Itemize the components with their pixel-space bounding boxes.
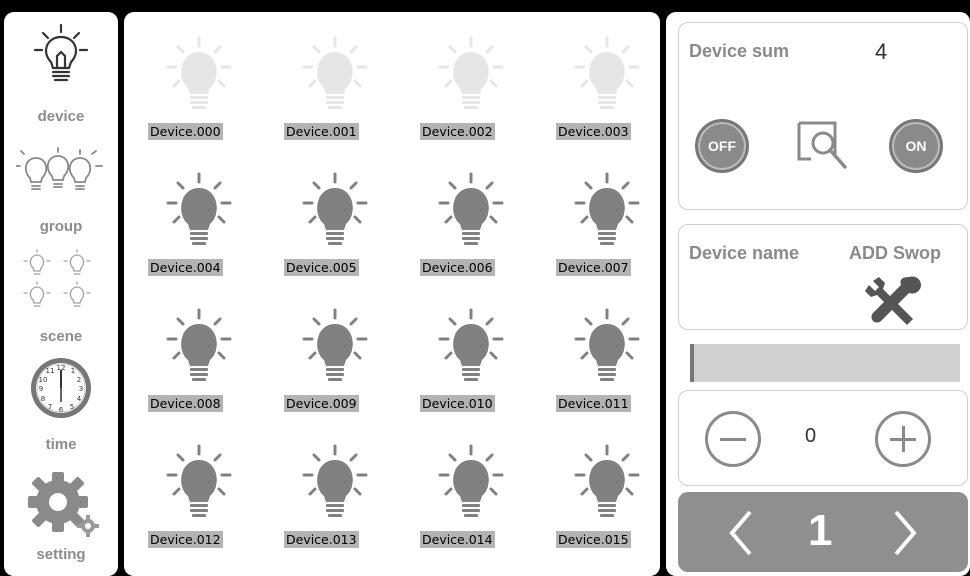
- device-tile[interactable]: Device.011: [552, 306, 670, 424]
- svg-text:5: 5: [70, 403, 74, 411]
- svg-text:10: 10: [39, 376, 48, 384]
- lightbulb-icon: [302, 308, 368, 381]
- stepper-value: 0: [805, 425, 817, 447]
- svg-text:4: 4: [77, 395, 82, 403]
- device-tile[interactable]: Device.003: [552, 34, 670, 152]
- lightbulb-icon: [166, 444, 232, 517]
- sidebar-item-time-label: time: [45, 436, 77, 453]
- off-button[interactable]: OFF: [695, 119, 749, 173]
- device-label: Device.011: [556, 395, 631, 412]
- lightbulb-icon: [574, 444, 640, 517]
- stepper-card: 0: [678, 390, 968, 486]
- lightbulb-icon: [302, 444, 368, 517]
- sidebar-item-group-label: group: [39, 218, 83, 235]
- lightbulb-icon: [574, 36, 640, 109]
- svg-text:2: 2: [77, 376, 81, 384]
- increment-button[interactable]: [875, 411, 931, 467]
- page-number: 1: [808, 506, 833, 555]
- device-label: Device.008: [148, 395, 223, 412]
- progress-bar[interactable]: [690, 344, 960, 382]
- control-panel: Device sum 4 OFF ON Device name ADD Swop…: [666, 12, 970, 576]
- lightbulb-icon: [166, 172, 232, 245]
- tools-icon[interactable]: [865, 275, 925, 327]
- device-tile[interactable]: Device.002: [416, 34, 534, 152]
- svg-text:3: 3: [79, 385, 83, 393]
- lightbulb-icon: [33, 23, 89, 82]
- device-label: Device.005: [284, 259, 359, 276]
- device-name-label: Device name: [689, 243, 800, 263]
- clock-icon: 12 12 345 678 91011: [31, 358, 91, 418]
- device-label: Device.000: [148, 123, 223, 140]
- add-swop-button[interactable]: ADD Swop: [849, 243, 941, 264]
- device-label: Device.001: [284, 123, 359, 140]
- sidebar-item-device-label: device: [37, 108, 85, 125]
- lightbulb-icon: [166, 36, 232, 109]
- sidebar: device group scene 12 1 2 3 4 5 6 7 8 9 …: [4, 12, 118, 576]
- device-sum-card: Device sum 4 OFF ON: [678, 22, 968, 210]
- device-tile[interactable]: Device.008: [144, 306, 262, 424]
- sidebar-item-setting-label: setting: [36, 546, 86, 563]
- chevron-left-icon[interactable]: [726, 508, 756, 558]
- lightbulb-icon: [438, 308, 504, 381]
- device-label: Device.004: [148, 259, 223, 276]
- device-label: Device.013: [284, 531, 359, 548]
- lightbulb-icon: [438, 36, 504, 109]
- lightbulb-icon: [302, 36, 368, 109]
- svg-text:1: 1: [71, 367, 75, 375]
- device-sum-value: 4: [875, 39, 888, 64]
- lightbulb-icon: [166, 308, 232, 381]
- device-tile[interactable]: Device.009: [280, 306, 398, 424]
- device-tile[interactable]: Device.012: [144, 442, 262, 560]
- sidebar-item-scene-label: scene: [39, 328, 83, 345]
- device-label: Device.003: [556, 123, 631, 140]
- lightbulb-icon: [438, 444, 504, 517]
- pager: 1: [678, 492, 968, 572]
- device-tile[interactable]: Device.001: [280, 34, 398, 152]
- device-label: Device.012: [148, 531, 223, 548]
- chevron-right-icon[interactable]: [890, 508, 920, 558]
- svg-text:11: 11: [46, 367, 55, 375]
- device-label: Device.015: [556, 531, 631, 548]
- device-tile[interactable]: Device.010: [416, 306, 534, 424]
- device-tile[interactable]: Device.004: [144, 170, 262, 288]
- svg-text:9: 9: [39, 385, 43, 393]
- device-label: Device.009: [284, 395, 359, 412]
- lightbulb-icon: [574, 172, 640, 245]
- device-tile[interactable]: Device.006: [416, 170, 534, 288]
- device-label: Device.010: [420, 395, 495, 412]
- device-tile[interactable]: Device.007: [552, 170, 670, 288]
- lightbulb-icon: [302, 172, 368, 245]
- decrement-button[interactable]: [705, 411, 761, 467]
- lightbulb-icon: [574, 308, 640, 381]
- on-button[interactable]: ON: [889, 119, 943, 173]
- device-name-card: Device name ADD Swop: [678, 224, 968, 330]
- device-tile[interactable]: Device.005: [280, 170, 398, 288]
- lightbulb-icon: [438, 172, 504, 245]
- device-label: Device.014: [420, 531, 495, 548]
- device-grid: Device.000 Device.001 Device.002 Device.003…: [124, 12, 660, 576]
- device-tile[interactable]: Device.014: [416, 442, 534, 560]
- device-label: Device.002: [420, 123, 495, 140]
- progress-handle[interactable]: [690, 344, 694, 382]
- device-tile[interactable]: Device.013: [280, 442, 398, 560]
- group-bulbs-icon: [16, 147, 103, 190]
- svg-text:7: 7: [48, 403, 52, 411]
- gear-icon: [28, 472, 99, 537]
- search-icon[interactable]: [793, 119, 853, 179]
- device-tile[interactable]: Device.000: [144, 34, 262, 152]
- svg-text:8: 8: [41, 395, 45, 403]
- device-sum-label: Device sum: [689, 41, 790, 61]
- scene-bulbs-icon: [23, 249, 91, 307]
- device-label: Device.006: [420, 259, 495, 276]
- svg-text:6: 6: [59, 406, 64, 414]
- device-label: Device.007: [556, 259, 631, 276]
- device-tile[interactable]: Device.015: [552, 442, 670, 560]
